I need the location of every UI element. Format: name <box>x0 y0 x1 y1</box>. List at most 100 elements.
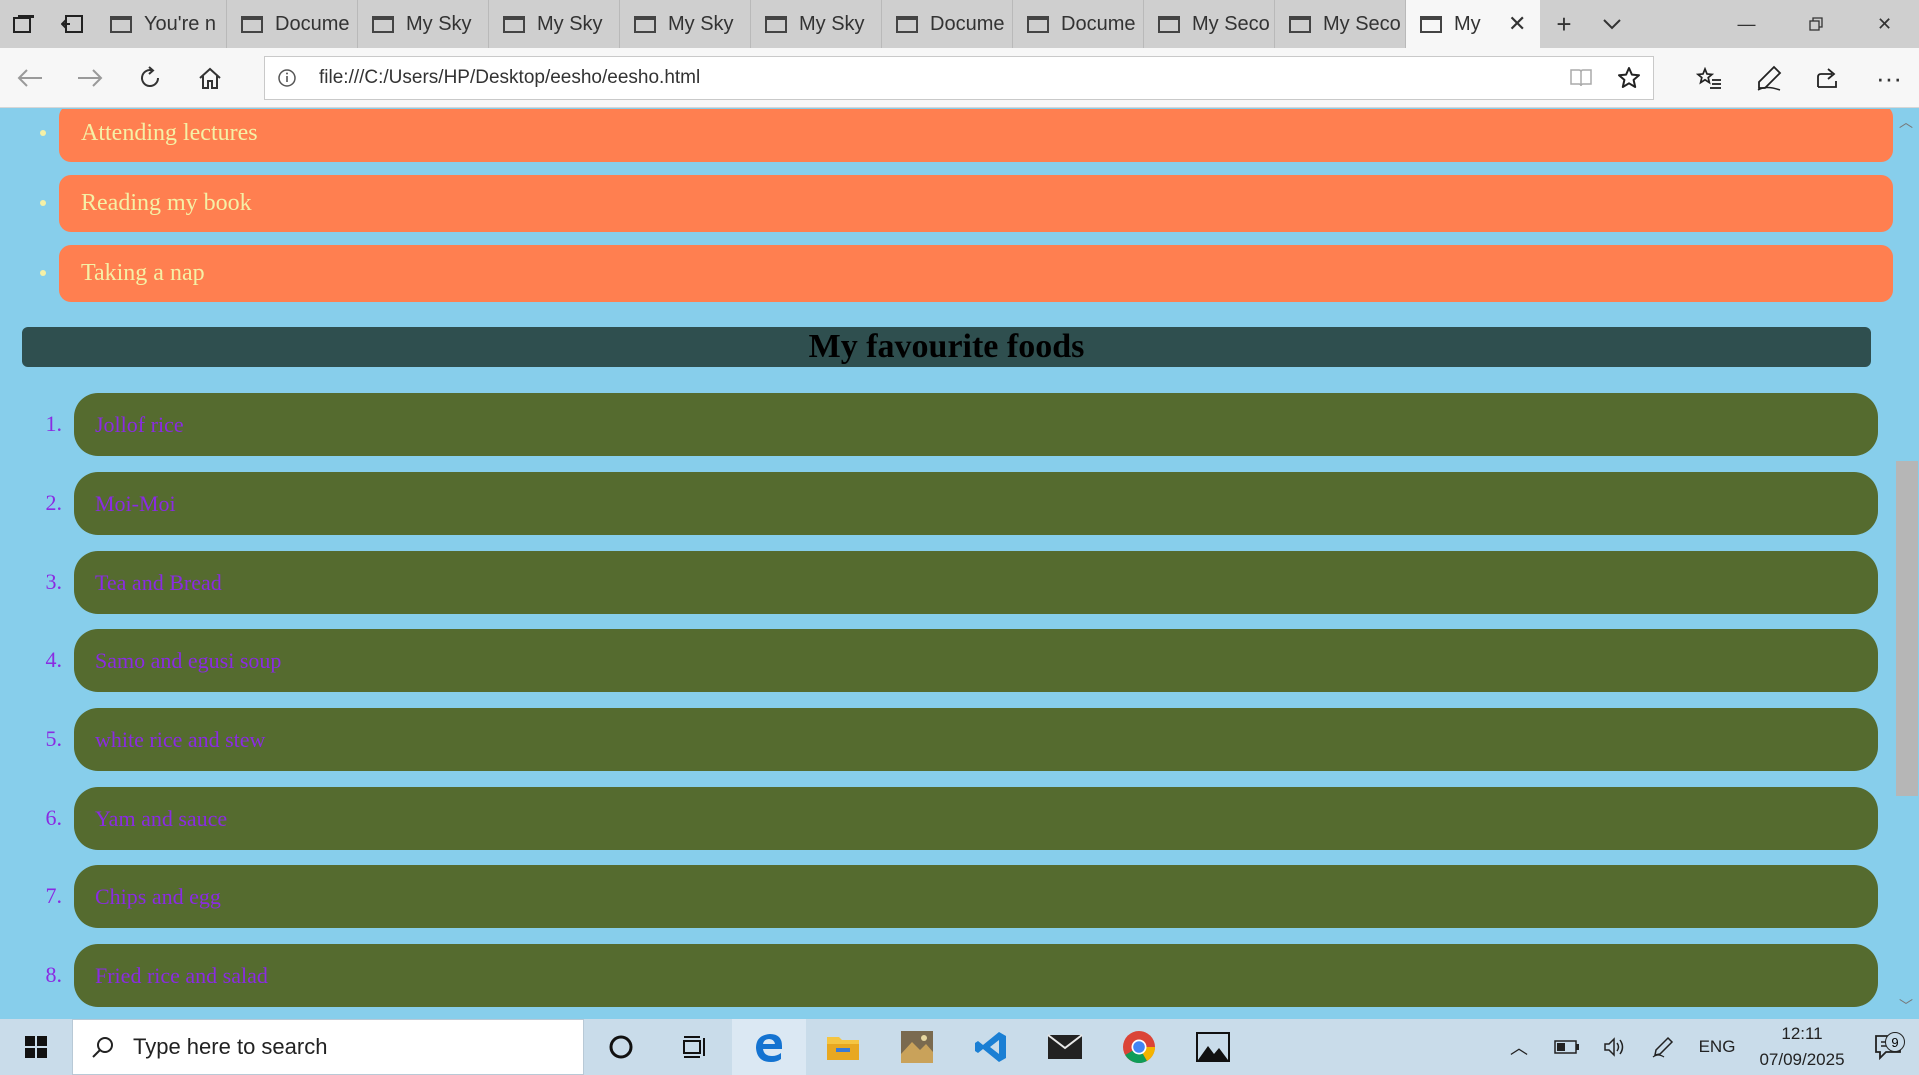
tab-label: My Sky <box>537 12 603 35</box>
volume-icon[interactable] <box>1591 1037 1639 1057</box>
tab-label: My Sky <box>799 12 865 35</box>
minimize-icon: — <box>1737 13 1756 34</box>
refresh-button[interactable] <box>120 48 180 108</box>
vscode-button[interactable] <box>954 1019 1028 1075</box>
add-favorite-star-icon[interactable] <box>1605 66 1653 90</box>
list-number: 5. <box>45 726 63 751</box>
page-icon <box>503 15 525 33</box>
forward-button[interactable] <box>60 48 120 108</box>
address-bar[interactable]: file:///C:/Users/HP/Desktop/eesho/eesho.… <box>264 56 1654 100</box>
chrome-icon <box>1123 1031 1155 1064</box>
tab-overview-button[interactable] <box>0 0 48 48</box>
cortana-button[interactable] <box>584 1019 658 1075</box>
list-item: Yam and sauce <box>74 787 1878 850</box>
show-hidden-icons-button[interactable]: ︿ <box>1495 1034 1543 1060</box>
taskbar-search-box[interactable]: Type here to search <box>72 1019 584 1075</box>
pen-workspace-icon[interactable] <box>1639 1036 1687 1058</box>
close-window-button[interactable]: ✕ <box>1850 0 1919 48</box>
scroll-down-icon[interactable]: ﹀ <box>1893 993 1919 1019</box>
close-icon: ✕ <box>1876 13 1893 34</box>
favorites-button[interactable] <box>1679 48 1739 108</box>
scroll-up-icon[interactable]: ︿ <box>1893 109 1919 135</box>
browser-tab[interactable]: Docume <box>1013 0 1144 48</box>
browser-tab[interactable]: My Sky <box>620 0 751 48</box>
list-item: Jollof rice <box>74 393 1878 456</box>
list-item: Reading my book <box>59 175 1893 232</box>
close-tab-icon[interactable]: ✕ <box>1508 11 1526 37</box>
plus-icon: + <box>1556 8 1572 39</box>
site-info-icon[interactable] <box>265 68 309 88</box>
page-icon <box>896 15 918 33</box>
list-number: 2. <box>45 490 63 515</box>
set-tabs-aside-icon <box>61 15 83 33</box>
list-item: white rice and stew <box>74 708 1878 771</box>
share-button[interactable] <box>1799 48 1859 108</box>
vertical-scrollbar[interactable]: ︿ ﹀ <box>1893 109 1919 1019</box>
clock[interactable]: 12:11 07/09/2025 <box>1747 1021 1857 1073</box>
browser-tab[interactable]: My Seco <box>1275 0 1406 48</box>
tab-label: Docume <box>930 12 1005 35</box>
page-icon <box>372 15 394 33</box>
battery-icon[interactable] <box>1543 1040 1591 1054</box>
list-number: 6. <box>45 805 63 830</box>
url-text[interactable]: file:///C:/Users/HP/Desktop/eesho/eesho.… <box>319 67 1557 89</box>
tab-overview-icon <box>13 15 34 33</box>
taskbar: Type here to search ︿ ENG 12:11 07/09/20… <box>0 1019 1919 1075</box>
forward-arrow-icon <box>78 68 103 87</box>
start-button[interactable] <box>0 1019 72 1075</box>
browser-tab[interactable]: My Sky <box>489 0 620 48</box>
task-view-button[interactable] <box>658 1019 732 1075</box>
list-number: 1. <box>45 411 63 436</box>
browser-tab[interactable]: Docume <box>882 0 1013 48</box>
list-item: Chips and egg <box>74 865 1878 928</box>
chevron-down-icon <box>1603 19 1621 30</box>
action-center-button[interactable]: 9 <box>1857 1032 1919 1060</box>
browser-tab[interactable]: You're n <box>96 0 227 48</box>
restore-button[interactable] <box>1781 0 1850 48</box>
set-tabs-aside-button[interactable] <box>48 0 96 48</box>
web-notes-button[interactable] <box>1739 48 1799 108</box>
settings-more-button[interactable]: ··· <box>1859 48 1919 108</box>
tab-preview-button[interactable] <box>1588 0 1636 48</box>
browser-tab[interactable]: Docume <box>227 0 358 48</box>
list-number: 4. <box>45 647 63 672</box>
system-tray: ︿ ENG 12:11 07/09/2025 9 <box>1495 1019 1919 1075</box>
tab-label: Docume <box>1061 12 1136 35</box>
list-item: Attending lectures <box>59 109 1893 162</box>
back-button[interactable] <box>0 48 60 108</box>
page-icon <box>1158 15 1180 33</box>
list-item: Tea and Bread <box>74 551 1878 614</box>
new-tab-button[interactable]: + <box>1540 0 1588 48</box>
edge-taskbar-button[interactable] <box>732 1019 806 1075</box>
folder-icon <box>827 1037 859 1060</box>
browser-tab[interactable]: My Sky <box>358 0 489 48</box>
photos-button[interactable] <box>1176 1019 1250 1075</box>
browser-tab[interactable]: My Seco <box>1144 0 1275 48</box>
chrome-button[interactable] <box>1102 1019 1176 1075</box>
cortana-circle-icon <box>609 1035 633 1059</box>
mail-envelope-icon <box>1047 1034 1083 1059</box>
tab-label: You're n <box>144 12 217 35</box>
search-icon <box>92 1037 113 1058</box>
scrollbar-thumb[interactable] <box>1896 461 1918 796</box>
browser-tab[interactable]: My Sky <box>751 0 882 48</box>
clock-date: 07/09/2025 <box>1759 1050 1845 1069</box>
tab-label: Docume <box>275 12 350 35</box>
reading-view-icon[interactable] <box>1557 68 1605 88</box>
list-item: Moi-Moi <box>74 472 1878 535</box>
tab-label: My <box>1454 12 1481 35</box>
minimize-button[interactable]: — <box>1712 0 1781 48</box>
tab-strip: You're n Docume My Sky My Sky My Sky My … <box>0 0 1919 48</box>
home-button[interactable] <box>180 48 240 108</box>
restore-icon <box>1808 17 1823 31</box>
file-explorer-button[interactable] <box>806 1019 880 1075</box>
chevron-up-icon: ︿ <box>1510 1038 1528 1058</box>
list-item: Fried rice and salad <box>74 944 1878 1007</box>
mail-button[interactable] <box>1028 1019 1102 1075</box>
input-language[interactable]: ENG <box>1687 1037 1747 1057</box>
list-number: 8. <box>45 962 63 987</box>
photo-app-button[interactable] <box>880 1019 954 1075</box>
edge-browser-icon <box>756 1034 782 1062</box>
bullet-icon <box>40 270 46 276</box>
browser-tab-active[interactable]: My ✕ <box>1406 0 1540 48</box>
